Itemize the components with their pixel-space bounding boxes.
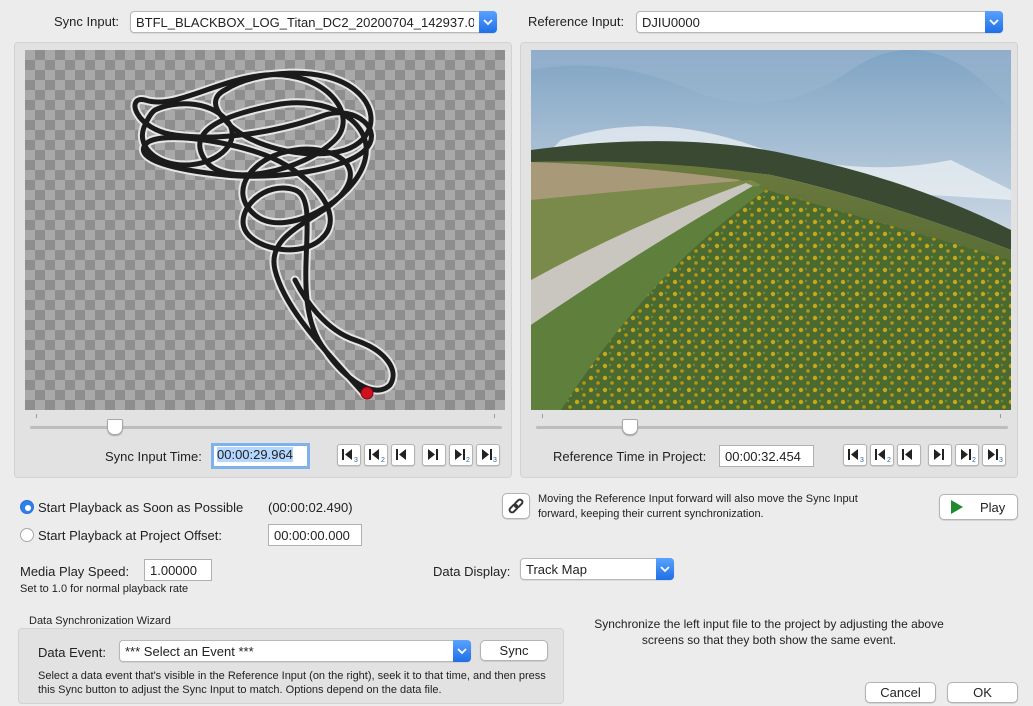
step-forward-icon — [934, 449, 944, 460]
link-icon — [508, 498, 524, 514]
step-count-label: 2 — [466, 457, 470, 463]
sync-step-controls: 3 2 2 3 — [337, 444, 501, 468]
cancel-button[interactable]: Cancel — [865, 682, 936, 703]
reference-step-back-2-button[interactable]: 2 — [870, 444, 894, 466]
sync-input-slider-track[interactable] — [30, 426, 502, 429]
ok-button[interactable]: OK — [947, 682, 1018, 703]
reference-input-label: Reference Input: — [528, 14, 625, 29]
link-description: Moving the Reference Input forward will … — [538, 493, 858, 520]
video-frame-image — [531, 50, 1011, 410]
sync-step-back-2-button[interactable]: 2 — [364, 444, 388, 466]
step-back-icon — [902, 449, 912, 460]
data-event-select[interactable]: *** Select an Event *** — [119, 640, 471, 662]
reference-input-select[interactable]: DJIU0000 — [636, 11, 1003, 33]
sync-input-time-label: Sync Input Time: — [105, 449, 202, 464]
link-button[interactable] — [502, 493, 530, 519]
sync-step-forward-1-button[interactable] — [422, 444, 446, 466]
step-count-label: 2 — [381, 457, 385, 463]
sync-button[interactable]: Sync — [480, 640, 548, 661]
step-count-label: 3 — [999, 457, 1003, 463]
step-count-label: 3 — [860, 457, 864, 463]
playback-asap-label[interactable]: Start Playback as Soon as Possible — [38, 500, 243, 515]
reference-slider-thumb[interactable] — [622, 419, 639, 435]
position-marker — [360, 386, 374, 400]
reference-video-frame[interactable] — [531, 50, 1011, 410]
step-back-icon: 2 — [875, 449, 891, 463]
playback-offset-label[interactable]: Start Playback at Project Offset: — [38, 528, 222, 543]
step-count-label: 3 — [354, 457, 358, 463]
reference-step-back-1-button[interactable] — [897, 444, 921, 466]
step-forward-icon: 2 — [455, 449, 470, 463]
media-speed-hint: Set to 1.0 for normal playback rate — [20, 583, 189, 595]
step-back-icon — [396, 449, 406, 460]
data-display-value: Track Map — [526, 562, 587, 577]
sync-input-value: BTFL_BLACKBOX_LOG_Titan_DC2_20200704_142… — [136, 15, 474, 30]
sync-input-slider-thumb[interactable] — [106, 419, 123, 435]
play-button[interactable]: Play — [939, 494, 1018, 520]
chevron-down-icon — [985, 11, 1003, 33]
wizard-help: Select a data event that's visible in th… — [38, 670, 546, 696]
data-event-value: *** Select an Event *** — [125, 644, 254, 659]
step-forward-icon: 3 — [988, 449, 1003, 463]
instruction-text: Synchronize the left input file to the p… — [594, 617, 944, 647]
step-back-icon: 3 — [342, 449, 358, 463]
reference-step-forward-3-button[interactable]: 3 — [982, 444, 1006, 466]
chevron-down-icon — [479, 11, 497, 33]
chevron-down-icon — [656, 558, 674, 580]
play-icon — [951, 500, 963, 514]
sync-step-forward-2-button[interactable]: 2 — [449, 444, 473, 466]
data-event-label: Data Event: — [38, 645, 106, 660]
step-back-icon: 3 — [848, 449, 864, 463]
data-display-label: Data Display: — [433, 564, 511, 579]
step-forward-icon — [428, 449, 438, 460]
reference-step-back-3-button[interactable]: 3 — [843, 444, 867, 466]
data-display-select[interactable]: Track Map — [520, 558, 674, 580]
sync-step-forward-3-button[interactable]: 3 — [476, 444, 500, 466]
sync-input-label: Sync Input: — [54, 14, 120, 29]
step-forward-icon: 3 — [482, 449, 497, 463]
chevron-down-icon — [453, 640, 471, 662]
reference-slider-track[interactable] — [536, 426, 1008, 429]
sync-input-time-field[interactable]: 00:00:29.964 — [211, 443, 310, 469]
step-count-label: 2 — [972, 457, 976, 463]
sync-step-back-1-button[interactable] — [391, 444, 415, 466]
playback-offset-radio[interactable] — [20, 528, 34, 542]
playback-asap-time: (00:00:02.490) — [268, 500, 353, 515]
reference-step-controls: 3 2 2 3 — [843, 444, 1007, 468]
step-back-icon: 2 — [369, 449, 385, 463]
media-speed-label: Media Play Speed: — [20, 564, 130, 579]
track-map-view[interactable] — [25, 50, 505, 410]
media-speed-field[interactable]: 1.00000 — [144, 559, 212, 581]
reference-input-value: DJIU0000 — [642, 15, 700, 30]
step-count-label: 3 — [493, 457, 497, 463]
sync-step-back-3-button[interactable]: 3 — [337, 444, 361, 466]
wizard-title: Data Synchronization Wizard — [29, 615, 171, 627]
reference-step-forward-2-button[interactable]: 2 — [955, 444, 979, 466]
reference-time-field[interactable]: 00:00:32.454 — [719, 445, 814, 467]
track-map-path — [130, 68, 398, 400]
reference-time-label: Reference Time in Project: — [553, 449, 707, 464]
playback-asap-radio[interactable] — [20, 500, 34, 514]
step-forward-icon: 2 — [961, 449, 976, 463]
step-count-label: 2 — [887, 457, 891, 463]
reference-step-forward-1-button[interactable] — [928, 444, 952, 466]
sync-input-select[interactable]: BTFL_BLACKBOX_LOG_Titan_DC2_20200704_142… — [130, 11, 497, 33]
playback-offset-field[interactable]: 00:00:00.000 — [268, 524, 362, 546]
